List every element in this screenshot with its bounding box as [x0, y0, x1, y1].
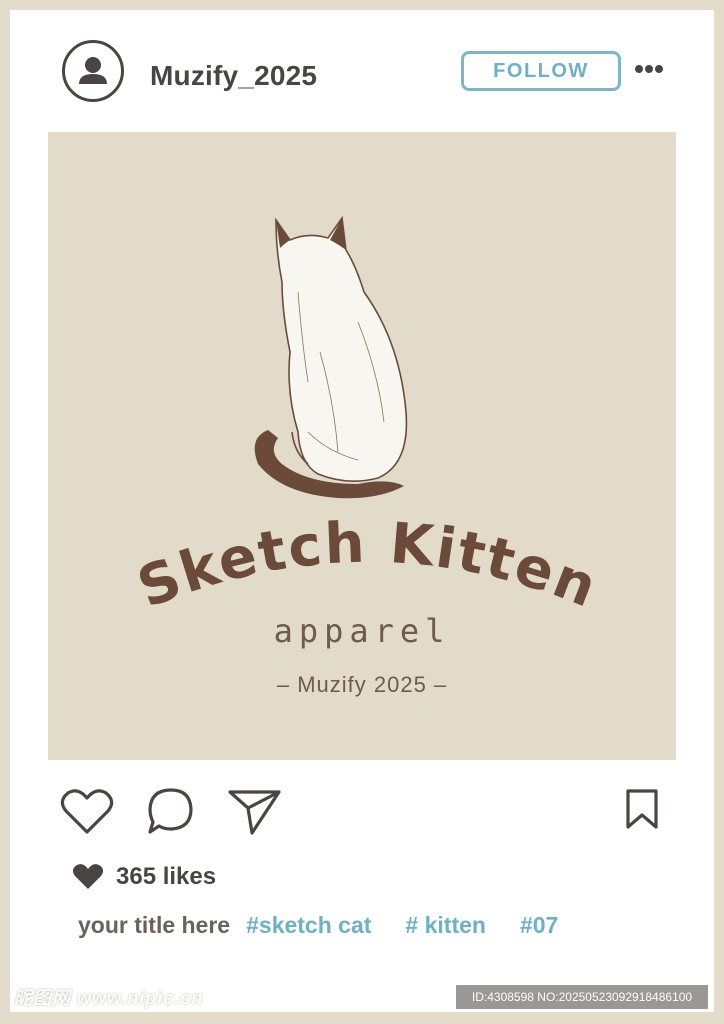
id-watermark: ID:4308598 NO:20250523092918486100: [456, 985, 708, 1009]
post-image[interactable]: Sketch Kitten apparel – Muzify 2025 –: [48, 132, 676, 760]
username[interactable]: Muzify_2025: [150, 60, 317, 92]
brand-title-graphic: Sketch Kitten: [129, 511, 606, 617]
post-card: Muzify_2025 FOLLOW Sketch Kitten apparel…: [10, 10, 714, 1012]
brand-title: Sketch Kitten: [129, 511, 604, 617]
likes-row: 365 likes: [72, 862, 216, 892]
comment-bubble-icon[interactable]: [146, 786, 196, 836]
brand-credit: – Muzify 2025 –: [276, 672, 448, 697]
site-watermark: 昵图网 www.nipic.cn: [14, 988, 204, 1008]
heart-outline-icon[interactable]: [60, 788, 114, 836]
hashtag-kitten[interactable]: # kitten: [405, 912, 486, 939]
paper-plane-icon[interactable]: [228, 788, 282, 836]
svg-text:Sketch Kitten: Sketch Kitten: [129, 511, 606, 617]
more-options-icon[interactable]: [634, 62, 664, 76]
brand-subtitle: apparel: [273, 612, 451, 650]
bookmark-icon[interactable]: [624, 788, 660, 830]
user-avatar-icon[interactable]: [62, 40, 124, 102]
caption-title: your title here: [78, 912, 231, 938]
likes-count[interactable]: 365 likes: [116, 863, 216, 891]
hashtag-07[interactable]: #07: [520, 912, 558, 939]
hashtag-sketch-cat[interactable]: #sketch cat: [246, 912, 371, 939]
cat-sketch-illustration: [254, 215, 408, 499]
caption-row: your title here #sketch cat # kitten #07: [78, 912, 592, 939]
heart-filled-icon: [72, 864, 104, 889]
follow-button[interactable]: FOLLOW: [461, 51, 621, 91]
